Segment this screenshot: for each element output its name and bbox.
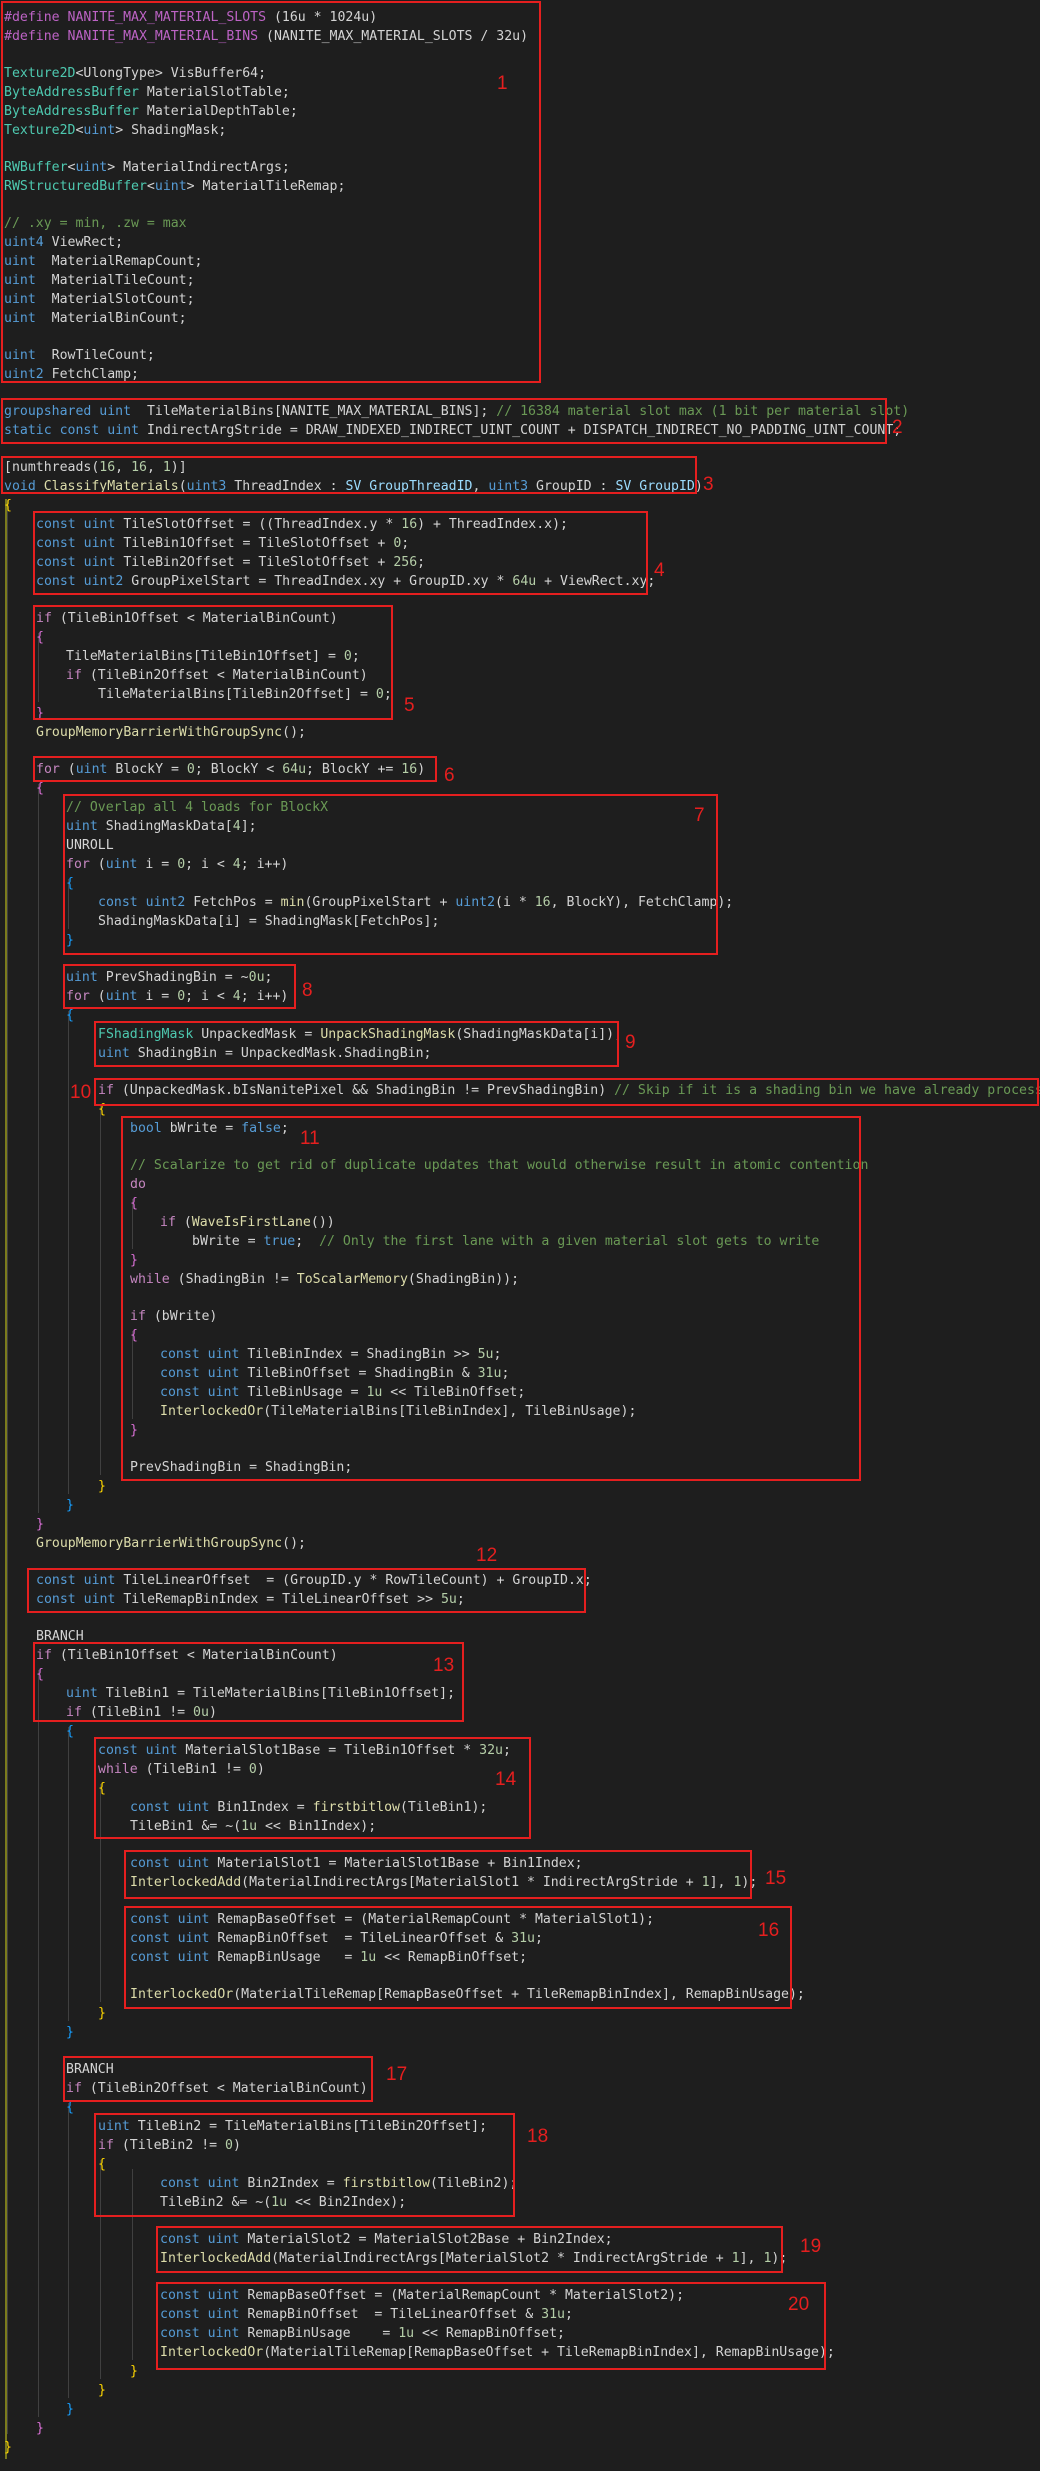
annotation-box [63,2056,373,2102]
annotation-label: 17 [386,2064,408,2085]
indent-guide [100,1105,101,1475]
annotation-label: 7 [694,805,705,826]
code-line[interactable]: } [98,2004,106,2023]
annotation-label: 18 [527,2126,549,2147]
code-line[interactable]: { [4,496,12,515]
code-token: { [66,2100,74,2115]
code-token: } [130,2364,138,2379]
code-token: } [98,2006,106,2021]
code-token: } [66,1498,74,1513]
code-token: { [66,1008,74,1023]
annotation-label: 19 [800,2236,822,2257]
annotation-box [124,1850,752,1899]
code-line[interactable]: } [36,1515,44,1534]
code-token: GroupMemoryBarrierWithGroupSync [36,725,283,740]
code-line[interactable]: GroupMemoryBarrierWithGroupSync(); [36,1534,306,1553]
annotation-box [33,1642,464,1722]
annotation-box [33,756,437,782]
annotation-box [33,605,393,720]
active-line-indicator [5,499,7,2459]
annotation-box [1,398,887,444]
annotation-label: 15 [765,1868,787,1889]
code-token: } [66,2025,74,2040]
indent-guide [7,500,8,2434]
indent-guide [68,2103,69,2398]
annotation-box [94,2113,515,2217]
annotation-label: 20 [788,2294,810,2315]
indent-guide [68,1011,69,1494]
annotation-label: 12 [476,1545,498,1566]
code-line[interactable]: } [66,2023,74,2042]
code-line[interactable]: } [98,2381,106,2400]
code-token: } [36,2421,44,2436]
indent-guide [38,784,39,1513]
code-line[interactable]: { [66,1722,74,1741]
annotation-box [33,511,648,595]
annotation-label: 11 [300,1128,320,1149]
code-token: } [36,1517,44,1532]
annotation-box [124,1906,792,2009]
annotation-box [1,1,541,383]
annotation-label: 16 [758,1920,780,1941]
code-line[interactable]: GroupMemoryBarrierWithGroupSync(); [36,723,306,742]
code-line[interactable]: } [36,2419,44,2438]
annotation-box [94,1021,619,1067]
code-line[interactable]: } [130,2362,138,2381]
annotation-box [156,2226,783,2273]
annotation-box [63,794,718,955]
annotation-label: 1 [497,73,508,94]
annotation-label: 13 [433,1655,455,1676]
indent-guide [68,1727,69,2021]
code-token: { [66,1724,74,1739]
annotation-label: 14 [495,1769,517,1790]
annotation-label: 4 [654,560,665,581]
annotation-box [27,1568,586,1613]
code-token: { [36,781,44,796]
code-line[interactable]: } [66,2400,74,2419]
code-token: { [4,498,12,513]
code-token: GroupMemoryBarrierWithGroupSync [36,1536,283,1551]
annotation-label: 3 [703,474,714,495]
annotation-label: 9 [625,1032,636,1053]
indent-guide [38,1670,39,2417]
code-token: (); [282,725,306,740]
annotation-box [156,2282,826,2370]
code-token: (); [282,1536,306,1551]
code-token: } [66,2402,74,2417]
annotation-box [121,1116,861,1481]
code-line[interactable]: } [66,1496,74,1515]
annotation-box [94,1737,531,1839]
annotation-label: 2 [892,417,903,438]
annotation-label: 10 [70,1082,92,1103]
code-line[interactable]: } [4,2438,12,2457]
annotation-box [63,964,296,1009]
annotation-box [1,456,697,494]
code-token: } [98,1479,106,1494]
annotation-label: 8 [302,980,313,1001]
annotation-box [94,1078,1039,1106]
code-line[interactable]: } [98,1477,106,1496]
annotation-label: 6 [444,765,455,786]
code-token: } [98,2383,106,2398]
annotation-label: 5 [404,695,415,716]
code-token: } [4,2440,12,2455]
code-editor[interactable]: #define NANITE_MAX_MATERIAL_SLOTS (16u *… [0,0,1040,2471]
